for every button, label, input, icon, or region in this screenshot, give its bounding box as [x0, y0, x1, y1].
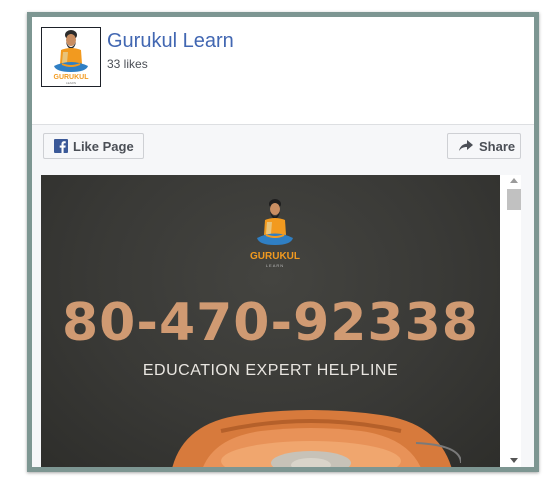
- cover-photo[interactable]: GURUKUL LEARN 80-470-92338 EDUCATION EXP…: [41, 175, 500, 467]
- chevron-up-icon[interactable]: [510, 178, 518, 183]
- scrollbar-thumb[interactable]: [507, 189, 521, 210]
- telephone-icon: [172, 410, 461, 467]
- like-page-button[interactable]: Like Page: [43, 133, 144, 159]
- svg-text:LEARN: LEARN: [66, 81, 76, 85]
- page-header: GURUKUL LEARN Gurukul Learn 33 likes: [32, 17, 534, 125]
- gurukul-logo-icon: GURUKUL LEARN: [250, 199, 300, 268]
- share-arrow-icon: [459, 140, 473, 151]
- helpline-tagline: EDUCATION EXPERT HELPLINE: [142, 362, 399, 379]
- chevron-down-icon[interactable]: [510, 458, 518, 463]
- share-button[interactable]: Share: [447, 133, 521, 159]
- share-label: Share: [479, 138, 516, 154]
- facebook-page-plugin: GURUKUL LEARN Gurukul Learn 33 likes Lik…: [27, 12, 539, 472]
- likes-count: 33 likes: [107, 57, 148, 71]
- vertical-scrollbar[interactable]: [507, 175, 521, 467]
- gurukul-logo-icon: GURUKUL LEARN: [42, 28, 100, 86]
- facebook-f-icon: [54, 139, 68, 153]
- helpline-phone-number: 80-470-92338: [62, 293, 479, 353]
- page-name-link[interactable]: Gurukul Learn: [107, 30, 234, 53]
- page-avatar[interactable]: GURUKUL LEARN: [41, 27, 101, 87]
- svg-text:LEARN: LEARN: [266, 263, 284, 268]
- like-page-label: Like Page: [73, 138, 134, 154]
- svg-text:GURUKUL: GURUKUL: [54, 74, 90, 81]
- svg-text:GURUKUL: GURUKUL: [250, 251, 300, 262]
- timeline-viewport[interactable]: GURUKUL LEARN 80-470-92338 EDUCATION EXP…: [41, 175, 521, 467]
